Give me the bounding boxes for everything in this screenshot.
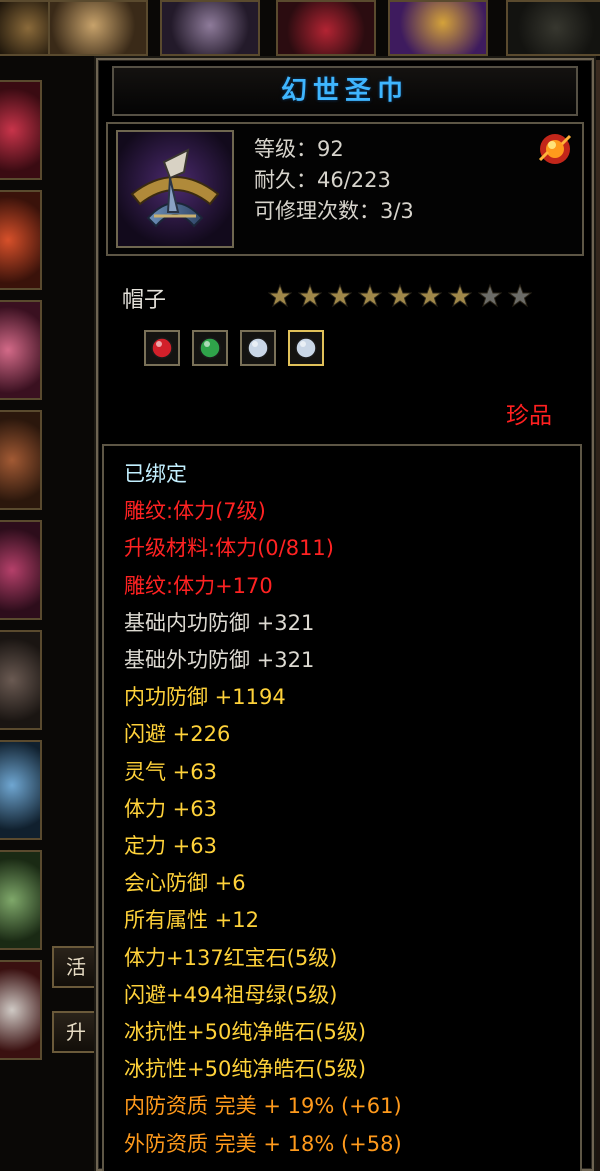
attribute-line: 外防资质 完美 + 18% (+58) bbox=[124, 1131, 402, 1156]
ruby-gem-icon[interactable] bbox=[144, 330, 180, 366]
crystal-gem-icon[interactable] bbox=[288, 330, 324, 366]
attribute-line: 冰抗性+50纯净皓石(5级) bbox=[124, 1057, 367, 1082]
attribute-line: 闪避+494祖母绿(5级) bbox=[124, 982, 338, 1007]
attribute-line: 所有属性 +12 bbox=[124, 908, 259, 933]
equipment-slot[interactable] bbox=[0, 740, 42, 840]
equipment-slot[interactable] bbox=[0, 190, 42, 290]
star-filled-icon bbox=[267, 283, 293, 308]
attribute-line: 会心防御 +6 bbox=[124, 871, 246, 896]
attribute-line: 体力+137红宝石(5级) bbox=[124, 945, 338, 970]
attribute-line: 已绑定 bbox=[124, 462, 187, 486]
tooltip-title-bar: 幻世圣巾 bbox=[112, 66, 578, 116]
equipment-slot[interactable] bbox=[506, 0, 600, 56]
attribute-line: 升级材料:体力(0/811) bbox=[124, 536, 334, 561]
star-filled-icon bbox=[357, 283, 383, 308]
equipment-slot[interactable] bbox=[48, 0, 148, 56]
item-durability: 耐久：46/223 bbox=[254, 168, 391, 192]
attribute-line: 内功防御 +1194 bbox=[124, 685, 286, 710]
attribute-line: 体力 +63 bbox=[124, 796, 217, 821]
top-equipment-row bbox=[0, 0, 600, 58]
equipment-slot[interactable] bbox=[0, 80, 42, 180]
equipment-slot[interactable] bbox=[0, 630, 42, 730]
star-filled-icon bbox=[387, 283, 413, 308]
left-equipment-column bbox=[0, 80, 44, 1060]
item-tooltip: 幻世圣巾 等级：92 耐久：46/223 可修理次数：3/3 帽子 珍品 已绑定… bbox=[96, 58, 594, 1171]
star-empty-icon bbox=[507, 283, 533, 308]
headband-icon bbox=[116, 130, 234, 248]
equipment-slot[interactable] bbox=[0, 960, 42, 1060]
item-repair-count: 可修理次数：3/3 bbox=[254, 199, 414, 223]
star-rating bbox=[267, 283, 533, 308]
attribute-line: 闪避 +226 bbox=[124, 722, 231, 747]
attribute-line: 定力 +63 bbox=[124, 834, 217, 859]
equipment-slot[interactable] bbox=[388, 0, 488, 56]
item-level: 等级：92 bbox=[254, 137, 344, 161]
equipment-slot[interactable] bbox=[0, 300, 42, 400]
item-name: 幻世圣巾 bbox=[280, 76, 409, 106]
attribute-line: 内防资质 完美 + 19% (+61) bbox=[124, 1094, 402, 1119]
item-basic-stats: 等级：92 耐久：46/223 可修理次数：3/3 bbox=[254, 134, 414, 227]
emerald-gem-icon[interactable] bbox=[192, 330, 228, 366]
equipment-slot[interactable] bbox=[160, 0, 260, 56]
attribute-line: 雕纹:体力(7级) bbox=[124, 499, 266, 524]
attribute-line: 基础外功防御 +321 bbox=[124, 648, 315, 673]
star-empty-icon bbox=[477, 283, 503, 308]
star-filled-icon bbox=[417, 283, 443, 308]
crystal-gem-icon[interactable] bbox=[240, 330, 276, 366]
flame-gem-badge-icon bbox=[536, 130, 574, 168]
game-inventory-screen: 活 升 幻世圣巾 等级：92 耐久：46/223 可修理次数：3/3 帽子 珍品… bbox=[0, 0, 600, 1171]
equipment-slot[interactable] bbox=[276, 0, 376, 56]
equipment-slot[interactable] bbox=[0, 520, 42, 620]
attribute-list: 已绑定雕纹:体力(7级) 升级材料:体力(0/811) 雕纹:体力+170 基础内功防… bbox=[124, 456, 402, 1163]
attribute-line: 冰抗性+50纯净皓石(5级) bbox=[124, 1020, 367, 1045]
attributes-box: 已绑定雕纹:体力(7级) 升级材料:体力(0/811) 雕纹:体力+170 基础内功防… bbox=[102, 444, 582, 1171]
item-type-label: 帽子 bbox=[122, 288, 167, 313]
attribute-line: 灵气 +63 bbox=[124, 759, 217, 784]
equipment-slot[interactable] bbox=[0, 850, 42, 950]
rarity-label: 珍品 bbox=[506, 403, 552, 429]
attribute-line: 雕纹:体力+170 bbox=[124, 573, 273, 598]
attribute-line: 基础内功防御 +321 bbox=[124, 610, 315, 635]
star-filled-icon bbox=[447, 283, 473, 308]
equipment-slot[interactable] bbox=[0, 410, 42, 510]
item-info-box: 等级：92 耐久：46/223 可修理次数：3/3 bbox=[106, 122, 584, 256]
star-filled-icon bbox=[327, 283, 353, 308]
gem-sockets bbox=[144, 330, 324, 366]
star-filled-icon bbox=[297, 283, 323, 308]
